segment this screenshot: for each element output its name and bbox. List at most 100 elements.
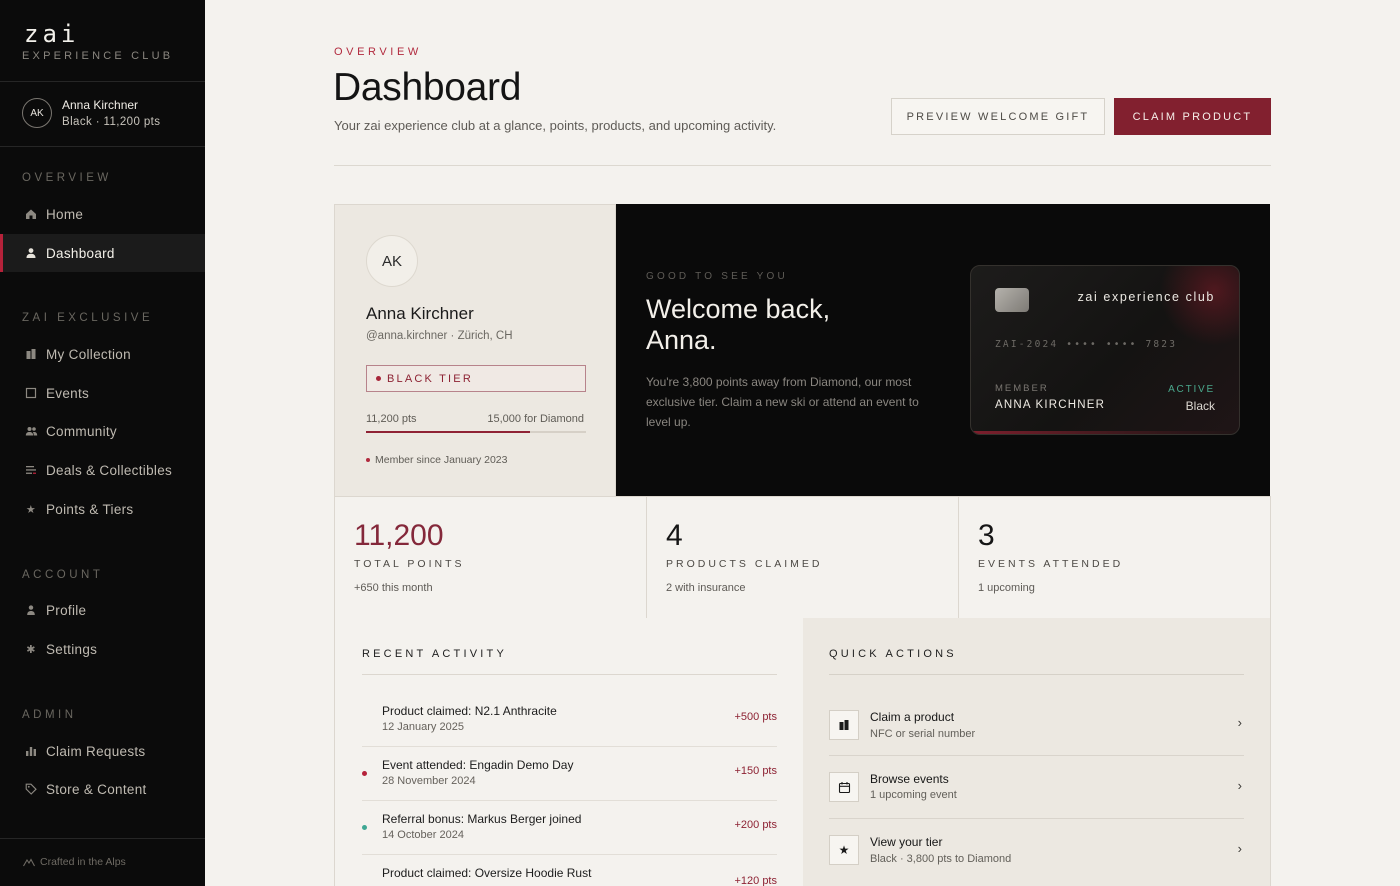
page-eyebrow: OVERVIEW (334, 46, 422, 58)
sidebar-section-admin: ADMIN (22, 709, 77, 721)
sidebar-item-label: Points & Tiers (46, 501, 134, 517)
gear-icon: ✱ (26, 643, 36, 656)
sidebar-item-label: Claim Requests (46, 743, 146, 759)
sidebar-item-settings[interactable]: ✱ Settings (0, 630, 205, 668)
sidebar-item-label: Store & Content (46, 781, 147, 797)
quick-action-claim-product[interactable]: Claim a product NFC or serial number › (829, 693, 1244, 756)
sidebar-item-label: Profile (46, 602, 87, 618)
brand-logo: zai (24, 20, 80, 48)
member-since: Member since January 2023 (366, 454, 508, 466)
sidebar-item-label: My Collection (46, 346, 131, 362)
section-divider (362, 674, 777, 675)
avatar: AK (22, 98, 52, 128)
card-chip-icon (995, 288, 1029, 312)
sidebar-item-dashboard[interactable]: Dashboard (0, 234, 205, 272)
sidebar-item-label: Deals & Collectibles (46, 462, 173, 478)
claim-product-button[interactable]: CLAIM PRODUCT (1114, 98, 1271, 135)
quick-action-title: Claim a product (870, 710, 955, 724)
sidebar-user-name: Anna Kirchner (62, 98, 139, 112)
sidebar-item-events[interactable]: Events (0, 374, 205, 412)
quick-action-view-tier[interactable]: ★ View your tier Black · 3,800 pts to Di… (829, 819, 1244, 882)
sidebar-footer: Crafted in the Alps (22, 855, 126, 869)
member-dot (366, 458, 370, 462)
tier-badge: BLACK TIER (366, 365, 586, 392)
sidebar-section-exclusive: ZAI EXCLUSIVE (22, 312, 154, 324)
card-brand: zai experience club (1077, 290, 1215, 304)
activity-item[interactable]: Product claimed: Oversize Hoodie Rust +1… (362, 855, 777, 886)
sidebar-item-label: Community (46, 423, 117, 439)
avatar: AK (366, 235, 418, 287)
calendar-icon (829, 772, 859, 802)
sidebar-footer-text: Crafted in the Alps (40, 856, 126, 868)
section-divider (829, 674, 1244, 675)
points-current: 11,200 pts (366, 413, 417, 425)
sidebar-item-deals[interactable]: Deals & Collectibles (0, 451, 205, 489)
tier-progress-fill (366, 431, 531, 433)
card-member-name: ANNA KIRCHNER (995, 399, 1106, 411)
sidebar-item-my-collection[interactable]: My Collection (0, 335, 205, 373)
chevron-right-icon: › (1237, 841, 1242, 856)
card-number: ZAI-2024 •••• •••• 7823 (995, 339, 1178, 350)
sidebar-item-home[interactable]: Home (0, 195, 205, 233)
tier-badge-label: BLACK TIER (387, 372, 473, 385)
recent-activity-title: RECENT ACTIVITY (362, 648, 507, 660)
stat-sub: 1 upcoming (978, 582, 1035, 594)
member-since-text: Member since January 2023 (375, 454, 508, 466)
quick-action-sub: Black · 3,800 pts to Diamond (870, 853, 1012, 865)
sidebar-item-profile[interactable]: Profile (0, 591, 205, 629)
sidebar-user[interactable]: AK Anna Kirchner Black · 11,200 pts (22, 98, 160, 128)
quick-action-browse-events[interactable]: Browse events 1 upcoming event › (829, 756, 1244, 819)
welcome-title: Welcome back, Anna. (646, 294, 926, 356)
quick-action-sub: 1 upcoming event (870, 789, 957, 801)
sidebar-item-store-content[interactable]: Store & Content (0, 770, 205, 808)
user-icon (24, 603, 38, 617)
stat-label: PRODUCTS CLAIMED (666, 558, 823, 570)
activity-dot (362, 717, 367, 722)
sidebar: zai EXPERIENCE CLUB AK Anna Kirchner Bla… (0, 0, 205, 886)
stat-label: EVENTS ATTENDED (978, 558, 1124, 570)
welcome-panel: GOOD TO SEE YOU Welcome back, Anna. You'… (616, 204, 1270, 497)
activity-date: 12 January 2025 (382, 721, 464, 733)
profile-card: AK Anna Kirchner @anna.kirchner · Zürich… (334, 204, 616, 497)
sidebar-item-claim-requests[interactable]: Claim Requests (0, 732, 205, 770)
activity-points: +120 pts (734, 875, 777, 886)
quick-action-title: View your tier (870, 835, 943, 849)
activity-title: Product claimed: N2.1 Anthracite (382, 704, 557, 718)
quick-actions: QUICK ACTIONS Claim a product NFC or ser… (803, 618, 1271, 886)
star-icon: ★ (829, 835, 859, 865)
stat-label: TOTAL POINTS (354, 558, 465, 570)
preview-welcome-gift-button[interactable]: PREVIEW WELCOME GIFT (891, 98, 1105, 135)
brand-subtitle: EXPERIENCE CLUB (22, 50, 174, 62)
sidebar-section-overview: OVERVIEW (22, 172, 112, 184)
activity-item[interactable]: Referral bonus: Markus Berger joined 14 … (362, 801, 777, 855)
recent-activity: RECENT ACTIVITY Product claimed: N2.1 An… (334, 618, 804, 886)
brand[interactable]: zai EXPERIENCE CLUB (22, 20, 170, 62)
mountain-icon (22, 855, 36, 869)
activity-date: 14 October 2024 (382, 829, 464, 841)
sidebar-item-points-tiers[interactable]: ★ Points & Tiers (0, 490, 205, 528)
user-icon (24, 246, 38, 260)
chevron-right-icon: › (1237, 778, 1242, 793)
stats-row: 11,200 TOTAL POINTS +650 this month 4 PR… (334, 496, 1271, 619)
membership-card: zai experience club ZAI-2024 •••• •••• 7… (970, 265, 1240, 435)
sidebar-section-account: ACCOUNT (22, 569, 104, 581)
chevron-right-icon: › (1237, 715, 1242, 730)
activity-item[interactable]: Product claimed: N2.1 Anthracite 12 Janu… (362, 693, 777, 747)
activity-title: Referral bonus: Markus Berger joined (382, 812, 582, 826)
stat-sub: +650 this month (354, 582, 433, 594)
sidebar-item-community[interactable]: Community (0, 412, 205, 450)
list-icon (24, 463, 38, 477)
activity-item[interactable]: Event attended: Engadin Demo Day 28 Nove… (362, 747, 777, 801)
card-status: ACTIVE (1168, 384, 1215, 395)
activity-title: Event attended: Engadin Demo Day (382, 758, 574, 772)
tier-progress-bar (366, 431, 586, 433)
stat-sub: 2 with insurance (666, 582, 746, 594)
profile-handle: @anna.kirchner · Zürich, CH (366, 330, 513, 342)
sidebar-item-label: Events (46, 385, 90, 401)
tier-dot (376, 376, 381, 381)
collection-icon (829, 710, 859, 740)
sidebar-divider (0, 81, 205, 82)
quick-action-title: Browse events (870, 772, 949, 786)
sidebar-divider (0, 146, 205, 147)
activity-dot (362, 879, 367, 884)
